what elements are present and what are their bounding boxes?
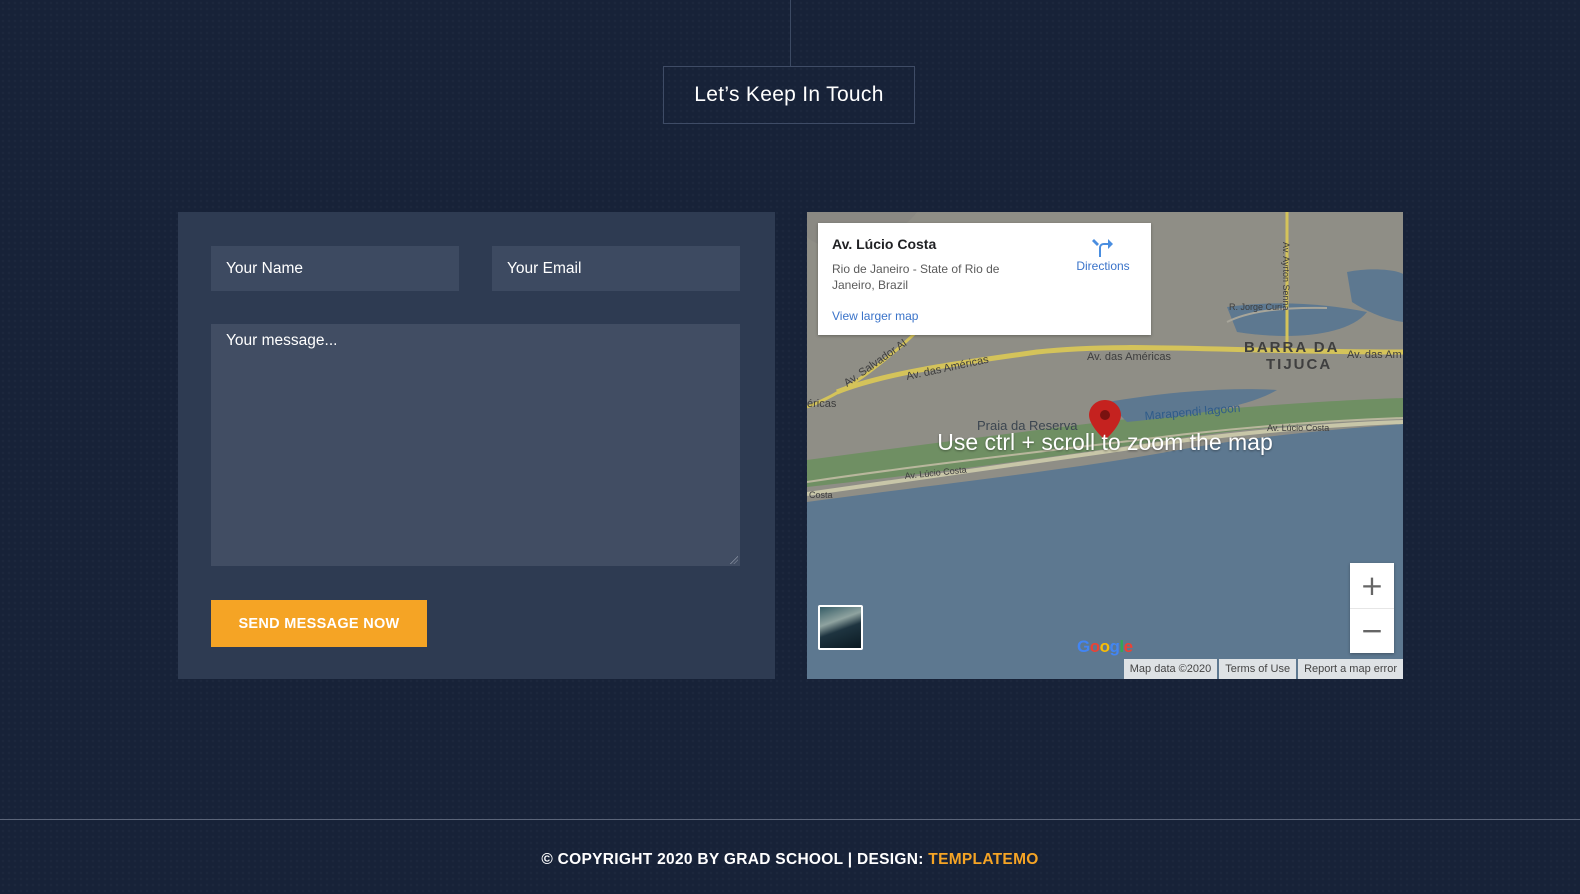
map-label-barra-1: BARRA DA: [1244, 339, 1339, 356]
place-address: Rio de Janeiro - State of Rio de Janeiro…: [832, 262, 1000, 292]
copyright-text: © COPYRIGHT 2020 BY GRAD SCHOOL | DESIGN…: [541, 851, 929, 868]
map-label-jorge-curi: R. Jorge Curi: [1229, 302, 1282, 312]
email-input[interactable]: Your Email: [492, 246, 740, 291]
terms-of-use-link[interactable]: Terms of Use: [1219, 659, 1297, 679]
message-textarea[interactable]: Your message...: [211, 324, 740, 566]
templatemo-link[interactable]: TEMPLATEMO: [928, 851, 1038, 868]
message-textarea-placeholder: Your message...: [226, 332, 338, 349]
divider-line: [790, 0, 791, 66]
directions-icon: [1092, 239, 1113, 257]
place-info-card: Av. Lúcio Costa Rio de Janeiro - State o…: [818, 223, 1151, 335]
zoom-in-button[interactable]: +: [1350, 563, 1394, 609]
place-title: Av. Lúcio Costa: [832, 236, 937, 252]
map-label-costa-left: Costa: [809, 490, 833, 500]
zoom-out-icon: −: [1360, 614, 1384, 647]
footer-divider: [0, 819, 1580, 820]
directions-label: Directions: [1076, 259, 1130, 273]
map-zoom-controls: + −: [1350, 563, 1394, 653]
view-larger-map-link[interactable]: View larger map: [832, 309, 918, 323]
directions-button[interactable]: Directions: [1063, 235, 1143, 273]
zoom-in-icon: +: [1360, 569, 1384, 602]
send-message-button[interactable]: SEND MESSAGE NOW: [211, 600, 427, 647]
google-logo: Google: [1077, 637, 1133, 656]
email-input-placeholder: Your Email: [507, 259, 582, 277]
map-label-americas-3: Av. das Am: [1347, 349, 1402, 361]
map-data-label: Map data ©2020: [1123, 659, 1218, 679]
footer-copyright: © COPYRIGHT 2020 BY GRAD SCHOOL | DESIGN…: [0, 851, 1580, 869]
map-zoom-hint: Use ctrl + scroll to zoom the map: [937, 429, 1273, 455]
google-map[interactable]: BARRA DA TIJUCA Av. das Américas Av. das…: [807, 212, 1403, 679]
contact-form: Your Name Your Email Your message... SEN…: [178, 212, 775, 679]
map-attribution: Map data ©2020 Terms of Use Report a map…: [1123, 659, 1403, 679]
zoom-out-button[interactable]: −: [1350, 608, 1394, 653]
report-map-error-link[interactable]: Report a map error: [1298, 659, 1403, 679]
map-label-barra-2: TIJUCA: [1266, 356, 1332, 373]
section-heading: Let’s Keep In Touch: [663, 66, 915, 124]
satellite-toggle-button[interactable]: [818, 605, 863, 650]
section-heading-text: Let’s Keep In Touch: [694, 83, 884, 106]
resize-handle-icon[interactable]: [730, 556, 738, 564]
map-label-americas-1: Av. das Américas: [1087, 351, 1171, 363]
map-label-ayrton: Av. Ayrton Senna: [1281, 242, 1291, 311]
send-message-label: SEND MESSAGE NOW: [238, 615, 400, 632]
name-input[interactable]: Your Name: [211, 246, 459, 291]
name-input-placeholder: Your Name: [226, 259, 303, 277]
map-label-americas-left: éricas: [807, 398, 837, 410]
